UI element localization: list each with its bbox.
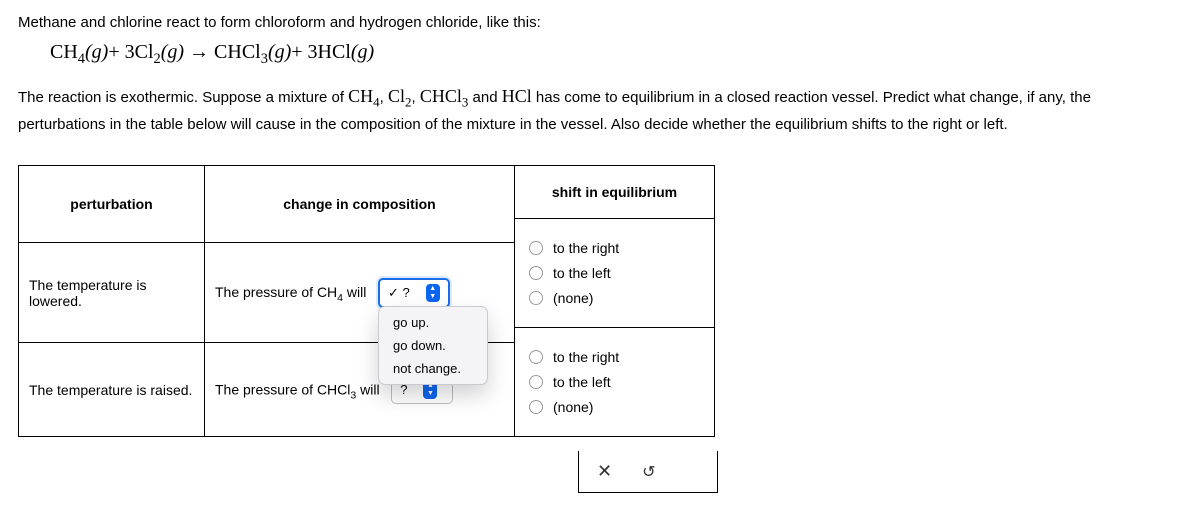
bottom-toolbar: ✕ ↺	[578, 451, 718, 493]
eq-rhs2: HCl	[318, 41, 351, 63]
question-row: perturbation change in composition The t…	[18, 165, 1182, 437]
th-shift: shift in equilibrium	[515, 166, 714, 219]
eq-lhs1-phase: (g)	[85, 41, 108, 63]
row2-perturbation: The temperature is raised.	[19, 343, 205, 437]
row1-select-value: ✓ ?	[388, 285, 410, 301]
close-icon[interactable]: ✕	[597, 461, 612, 482]
eq-rhs1-phase: (g)	[268, 41, 291, 63]
radio-row-left-1[interactable]: to the left	[529, 265, 700, 281]
row1-change-cell: The pressure of CH4 will ✓ ? ▲▼ go up. g…	[205, 243, 515, 343]
radio-label: (none)	[553, 290, 593, 306]
eq-rhs2-phase: (g)	[351, 41, 374, 63]
row1-perturbation: The temperature is lowered.	[19, 243, 205, 343]
radio-icon[interactable]	[529, 266, 543, 280]
eq-lhs1-sub: 4	[78, 51, 85, 67]
dropdown-item-goup[interactable]: go up.	[379, 311, 487, 334]
table-row: The temperature is lowered. The pressure…	[19, 243, 515, 343]
eq-lhs2-phase: (g)	[161, 41, 184, 63]
radio-row-right-1[interactable]: to the right	[529, 240, 700, 256]
row2-change-prefix: The pressure of CHCl	[215, 381, 350, 397]
row1-change-prefix: The pressure of CH	[215, 284, 337, 300]
radio-row-left-2[interactable]: to the left	[529, 374, 700, 390]
eq-lhs2-sub: 2	[154, 51, 161, 67]
eq-rhs1-sub: 3	[261, 51, 268, 67]
description-text: The reaction is exothermic. Suppose a mi…	[18, 82, 1182, 137]
radio-icon[interactable]	[529, 375, 543, 389]
chem-cl2: Cl2	[388, 86, 412, 106]
dropdown-item-godown[interactable]: go down.	[379, 334, 487, 357]
dropdown-menu: go up. go down. not change.	[378, 306, 488, 385]
chem-hcl: HCl	[502, 86, 532, 106]
radio-label: (none)	[553, 399, 593, 415]
radio-row-right-2[interactable]: to the right	[529, 349, 700, 365]
radio-row-none-2[interactable]: (none)	[529, 399, 700, 415]
comma2: ,	[412, 89, 420, 106]
chem2: Cl	[388, 86, 405, 106]
radio-label: to the right	[553, 349, 619, 365]
row1-change-suffix: will	[343, 284, 366, 300]
radio-label: to the left	[553, 265, 611, 281]
stepper-icon[interactable]: ▲▼	[426, 284, 440, 302]
dropdown-item-notchange[interactable]: not change.	[379, 357, 487, 380]
radio-icon[interactable]	[529, 241, 543, 255]
radio-row-none-1[interactable]: (none)	[529, 290, 700, 306]
radio-icon[interactable]	[529, 291, 543, 305]
th-change: change in composition	[205, 166, 515, 243]
radio-label: to the right	[553, 240, 619, 256]
chemical-equation: CH4(g)+ 3Cl2(g) → CHCl3(g)+ 3HCl(g)	[50, 41, 1182, 68]
radio-label: to the left	[553, 374, 611, 390]
shift-group-2: to the right to the left (none)	[515, 328, 714, 436]
eq-plus2: +	[291, 41, 302, 63]
row2-change-suffix: will	[356, 381, 379, 397]
and-word: and	[468, 89, 501, 106]
th-perturbation: perturbation	[19, 166, 205, 243]
desc-part1: The reaction is exothermic. Suppose a mi…	[18, 89, 348, 106]
eq-lhs2: Cl	[135, 41, 154, 63]
shift-group-1: to the right to the left (none)	[515, 219, 714, 328]
perturbation-table: perturbation change in composition The t…	[18, 165, 515, 437]
eq-arrow: →	[189, 41, 209, 63]
eq-rhs2-coeff: 3	[308, 41, 318, 63]
undo-icon[interactable]: ↺	[642, 462, 655, 482]
chem-ch4: CH4	[348, 86, 380, 106]
radio-icon[interactable]	[529, 350, 543, 364]
eq-rhs1: CHCl	[214, 41, 261, 63]
row1-select[interactable]: ✓ ? ▲▼	[378, 278, 450, 308]
intro-text: Methane and chlorine react to form chlor…	[18, 12, 1182, 33]
shift-panel: shift in equilibrium to the right to the…	[515, 165, 715, 437]
eq-plus1: +	[108, 41, 119, 63]
chem1: CH	[348, 86, 373, 106]
radio-icon[interactable]	[529, 400, 543, 414]
eq-lhs1: CH	[50, 41, 78, 63]
chem3: CHCl	[420, 86, 462, 106]
eq-lhs2-coeff: 3	[125, 41, 135, 63]
chem-chcl3: CHCl3	[420, 86, 469, 106]
comma1: ,	[380, 89, 388, 106]
